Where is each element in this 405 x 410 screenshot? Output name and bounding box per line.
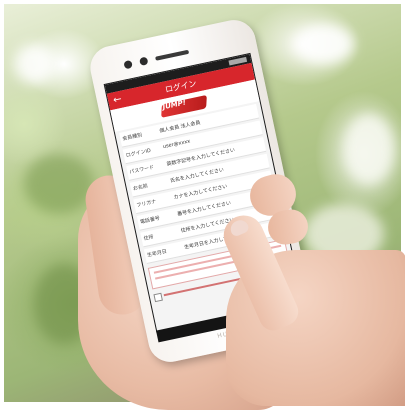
fingernail bbox=[228, 217, 251, 238]
bokeh-light bbox=[14, 44, 54, 84]
field-label: 電話番号 bbox=[139, 215, 161, 226]
front-camera-icon bbox=[123, 59, 133, 70]
field-value: 個人会員 法人会員 bbox=[159, 119, 202, 135]
field-label: 生年月日 bbox=[146, 248, 168, 259]
field-label: パスワード bbox=[128, 164, 155, 176]
field-label: ログインID bbox=[125, 147, 152, 159]
earpiece-speaker bbox=[155, 49, 190, 61]
field-label: 住所 bbox=[143, 234, 155, 243]
bokeh-light bbox=[294, 24, 354, 64]
field-label: お名前 bbox=[132, 183, 149, 193]
bokeh-foliage bbox=[24, 154, 94, 214]
agree-checkbox[interactable] bbox=[153, 292, 163, 303]
bokeh-light bbox=[344, 114, 394, 184]
sensor-icon bbox=[139, 56, 149, 67]
field-label: 会員種別 bbox=[121, 132, 143, 143]
field-value: user@xxxx bbox=[162, 138, 191, 151]
field-label: フリガナ bbox=[136, 198, 157, 209]
